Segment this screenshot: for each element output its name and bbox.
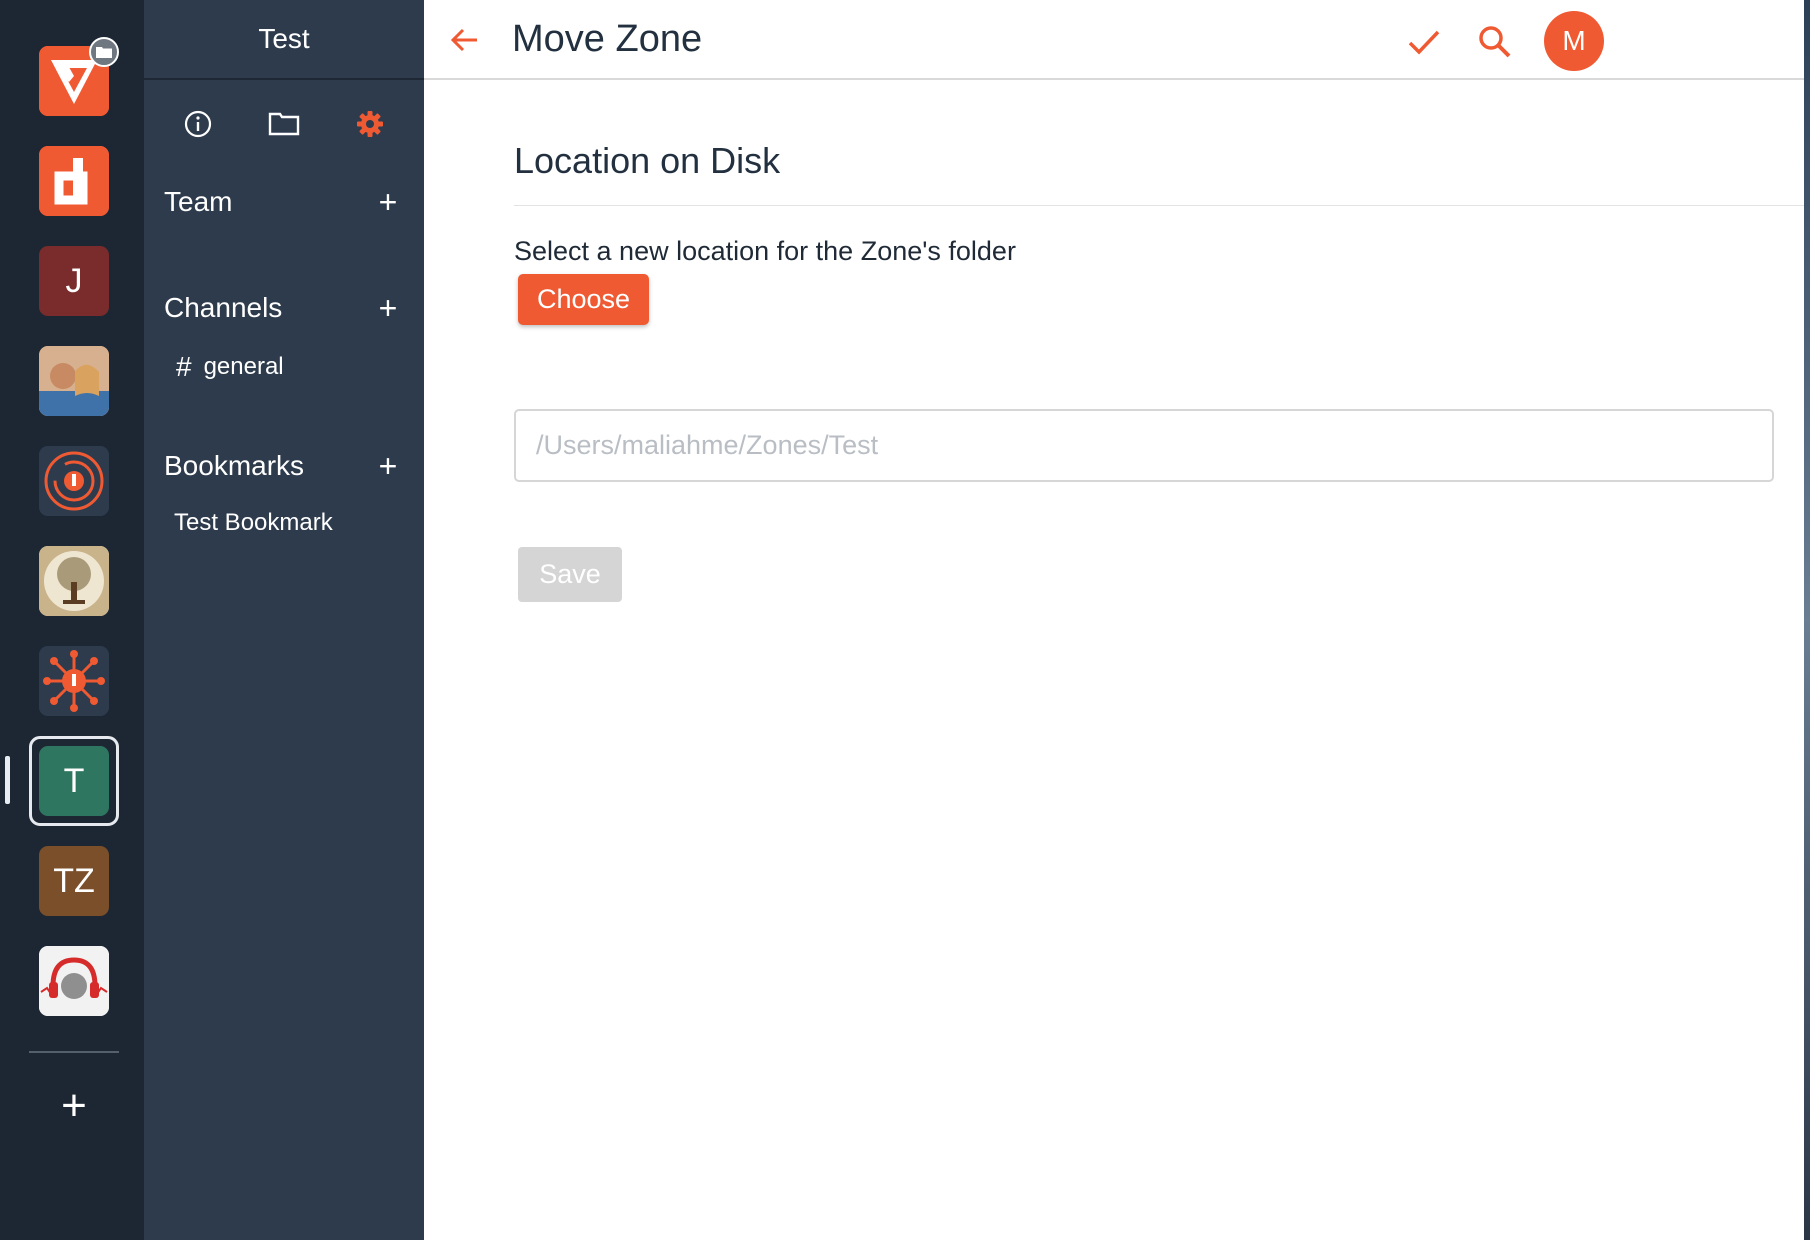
zone-ring[interactable] bbox=[39, 446, 109, 516]
ring-logo-icon bbox=[39, 446, 109, 516]
search-icon bbox=[1479, 26, 1511, 58]
channels-section: Channels + bbox=[164, 288, 404, 328]
folder-path-input[interactable] bbox=[514, 409, 1774, 482]
zone-rail: J T TZ + bbox=[0, 0, 144, 1240]
zone-network[interactable] bbox=[39, 646, 109, 716]
channel-label: general bbox=[203, 353, 284, 380]
tab-settings[interactable] bbox=[350, 100, 390, 148]
page-title: Move Zone bbox=[512, 18, 703, 60]
section-heading: Location on Disk bbox=[514, 140, 781, 181]
back-button[interactable] bbox=[446, 22, 482, 58]
check-icon bbox=[1408, 30, 1440, 55]
top-bar: Move Zone M bbox=[424, 0, 1804, 80]
zone-tz[interactable]: TZ bbox=[39, 846, 109, 916]
divider bbox=[514, 205, 1804, 206]
team-section: Team + bbox=[164, 182, 404, 222]
headphones-globe-icon bbox=[39, 946, 109, 1016]
channel-item-general[interactable]: # general bbox=[176, 347, 284, 387]
add-zone-button[interactable]: + bbox=[52, 1084, 96, 1128]
window-edge bbox=[1804, 0, 1810, 1240]
sidebar-tabs bbox=[144, 100, 424, 148]
zone-j[interactable]: J bbox=[39, 246, 109, 316]
tree-logo-icon bbox=[39, 546, 109, 616]
user-avatar[interactable]: M bbox=[1544, 11, 1604, 71]
search-button[interactable] bbox=[1475, 22, 1515, 62]
rail-divider bbox=[29, 1051, 119, 1053]
tab-files[interactable] bbox=[264, 100, 304, 148]
folder-icon bbox=[268, 112, 300, 136]
zone-tree[interactable] bbox=[39, 546, 109, 616]
zone-letter: T bbox=[63, 761, 85, 800]
bookmark-item[interactable]: Test Bookmark bbox=[174, 503, 333, 543]
team-title: Team bbox=[164, 186, 233, 217]
photo-avatar-icon bbox=[39, 346, 109, 416]
confirm-button[interactable] bbox=[1404, 22, 1444, 62]
network-logo-icon bbox=[39, 646, 109, 716]
zone-sidebar: Test Team + Channels + # general Bookmar… bbox=[144, 0, 424, 1240]
instruction-text: Select a new location for the Zone's fol… bbox=[514, 236, 1016, 266]
active-zone-indicator bbox=[5, 756, 10, 804]
main-panel: Move Zone M Location on Disk Select a ne… bbox=[424, 0, 1804, 1240]
zone-photo[interactable] bbox=[39, 346, 109, 416]
gear-icon bbox=[357, 111, 383, 137]
arrow-left-icon bbox=[450, 28, 477, 52]
bookmarks-title: Bookmarks bbox=[164, 450, 305, 481]
zone-headphones[interactable] bbox=[39, 946, 109, 1016]
add-bookmark-button[interactable]: + bbox=[372, 448, 404, 485]
save-button[interactable]: Save bbox=[518, 547, 622, 602]
zone-letter: TZ bbox=[53, 861, 95, 900]
choose-button[interactable]: Choose bbox=[518, 274, 649, 325]
zone-letter: J bbox=[65, 261, 83, 300]
hash-icon: # bbox=[176, 351, 192, 382]
app-window: J T TZ + Test Team + Channels + # genera… bbox=[0, 0, 1810, 1240]
add-channel-button[interactable]: + bbox=[372, 290, 404, 327]
add-team-button[interactable]: + bbox=[372, 184, 404, 221]
tab-info[interactable] bbox=[178, 100, 218, 148]
zone-title: Test bbox=[258, 23, 310, 54]
bookmark-label: Test Bookmark bbox=[174, 509, 333, 536]
sidebar-header: Test bbox=[144, 0, 424, 80]
zone-logo-d-icon bbox=[39, 146, 109, 216]
zone-t[interactable]: T bbox=[39, 746, 109, 816]
channels-title: Channels bbox=[164, 292, 283, 323]
folder-badge-icon bbox=[89, 37, 119, 67]
zone-d[interactable] bbox=[39, 146, 109, 216]
info-icon bbox=[184, 110, 212, 138]
bookmarks-section: Bookmarks + bbox=[164, 446, 404, 486]
